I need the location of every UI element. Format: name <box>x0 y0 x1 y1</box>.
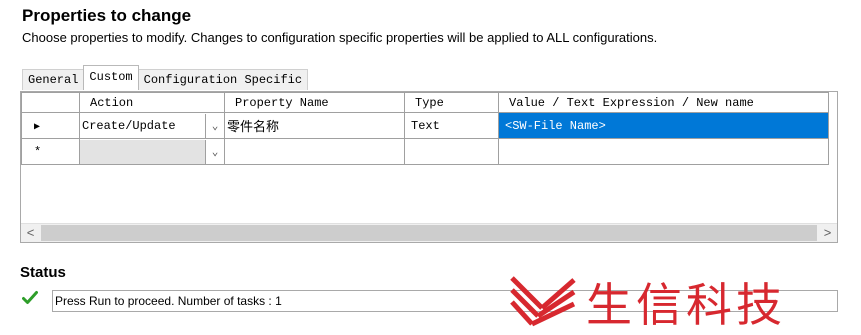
action-select[interactable]: ⌄ <box>80 139 224 164</box>
action-select[interactable]: Create/Update ⌄ <box>80 113 224 138</box>
tab-bar: General Custom Configuration Specific <box>22 65 309 90</box>
checkmark-icon <box>22 291 38 304</box>
row-selector[interactable]: * <box>21 138 80 165</box>
row-selector[interactable]: ▶ <box>21 112 80 139</box>
new-row-marker-icon: * <box>34 144 42 159</box>
current-row-marker-icon: ▶ <box>34 121 41 133</box>
page-title: Properties to change <box>22 6 192 25</box>
scrollbar-thumb[interactable] <box>41 225 817 241</box>
watermark-text: 生信科技 <box>586 278 786 332</box>
action-select-value: Create/Update <box>82 118 176 133</box>
value-cell[interactable] <box>498 138 829 165</box>
property-name-cell[interactable] <box>224 138 405 165</box>
tab-general[interactable]: General <box>22 69 85 90</box>
page-subtitle: Choose properties to modify. Changes to … <box>22 30 658 45</box>
properties-grid: Action Property Name Type Value / Text E… <box>20 91 838 243</box>
horizontal-scrollbar[interactable]: < > <box>21 223 837 242</box>
tab-configuration-specific[interactable]: Configuration Specific <box>137 69 309 90</box>
chevron-down-icon[interactable]: ⌄ <box>205 113 224 138</box>
property-name-cell[interactable]: 零件名称 <box>224 112 405 139</box>
grid-header-row: Action Property Name Type Value / Text E… <box>21 92 829 113</box>
action-cell[interactable]: Create/Update ⌄ <box>79 112 225 139</box>
column-header-value[interactable]: Value / Text Expression / New name <box>498 92 829 113</box>
column-header-type[interactable]: Type <box>404 92 499 113</box>
row-header-corner <box>21 92 80 113</box>
value-cell[interactable]: <SW-File Name> <box>498 112 829 139</box>
action-cell[interactable]: ⌄ <box>79 138 225 165</box>
scroll-right-icon[interactable]: > <box>819 224 836 242</box>
action-select-value <box>80 140 205 164</box>
watermark-logo-icon <box>510 276 576 327</box>
type-cell[interactable]: Text <box>404 112 499 139</box>
table-row[interactable]: ▶ Create/Update ⌄ 零件名称 Text <SW-File Nam… <box>21 112 829 139</box>
watermark: 生信科技 <box>508 272 786 332</box>
scroll-left-icon[interactable]: < <box>22 224 39 242</box>
column-header-property-name[interactable]: Property Name <box>224 92 405 113</box>
tab-custom[interactable]: Custom <box>83 65 139 90</box>
chevron-down-icon[interactable]: ⌄ <box>205 139 224 164</box>
column-header-action[interactable]: Action <box>79 92 225 113</box>
new-row[interactable]: * ⌄ <box>21 138 829 165</box>
status-title: Status <box>20 264 66 281</box>
type-cell[interactable] <box>404 138 499 165</box>
